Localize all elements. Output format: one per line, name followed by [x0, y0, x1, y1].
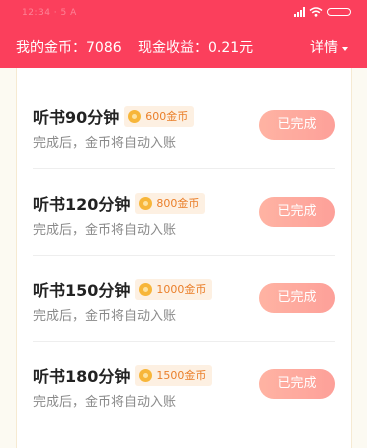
details-dropdown[interactable]: 详情 — [310, 37, 348, 59]
task-title-text: 听书120分钟 — [33, 195, 131, 214]
coin-icon — [139, 368, 153, 382]
reward-badge: 1000金币 — [135, 278, 213, 300]
reward-badge: 600金币 — [124, 105, 195, 127]
task-title-text: 听书180分钟 — [33, 367, 131, 386]
my-coins-label: 我的金币：7086 — [16, 40, 122, 56]
reward-text: 800金币 — [156, 197, 200, 210]
task-description: 完成后，金币将自动入账 — [33, 309, 177, 324]
task-item: 听书180分钟 1500金币 完成后，金币将自动入账 已完成 — [17, 327, 351, 413]
coins-summary: 我的金币：7086 现金收益：0.21元 详情 — [0, 37, 367, 59]
task-title-text: 听书90分钟 — [33, 108, 120, 127]
completed-button[interactable]: 已完成 — [259, 369, 335, 399]
reward-text: 1000金币 — [156, 283, 207, 296]
reward-text: 600金币 — [145, 110, 189, 123]
status-icons — [294, 7, 351, 17]
task-description: 完成后，金币将自动入账 — [33, 223, 177, 238]
coin-icon — [128, 109, 142, 123]
reward-badge: 800金币 — [135, 192, 206, 214]
completed-button[interactable]: 已完成 — [259, 283, 335, 313]
status-bar: 12:34 · 5 A — [0, 0, 367, 24]
coin-icon — [139, 196, 153, 210]
signal-icon — [294, 7, 305, 17]
status-time: 12:34 · 5 A — [22, 8, 77, 18]
task-title: 听书120分钟 800金币 — [33, 191, 206, 215]
reward-text: 1500金币 — [156, 369, 207, 382]
coin-icon — [139, 282, 153, 296]
cash-earnings-label: 现金收益：0.21元 — [138, 40, 254, 56]
task-title-text: 听书150分钟 — [33, 281, 131, 300]
reward-badge: 1500金币 — [135, 364, 213, 386]
task-description: 完成后，金币将自动入账 — [33, 136, 177, 151]
task-description: 完成后，金币将自动入账 — [33, 395, 177, 410]
task-item: 听书90分钟 600金币 完成后，金币将自动入账 已完成 — [17, 68, 351, 154]
battery-icon — [327, 8, 351, 16]
task-item: 听书120分钟 800金币 完成后，金币将自动入账 已完成 — [17, 155, 351, 241]
caret-down-icon — [342, 47, 348, 51]
header-bar: 12:34 · 5 A 我的金币：7086 现金收益：0.21元 详情 — [0, 0, 367, 68]
wifi-icon — [309, 7, 323, 17]
task-title: 听书90分钟 600金币 — [33, 104, 195, 128]
task-list: 听书90分钟 600金币 完成后，金币将自动入账 已完成 听书120分钟 800… — [16, 68, 352, 448]
task-title: 听书180分钟 1500金币 — [33, 363, 213, 387]
completed-button[interactable]: 已完成 — [259, 110, 335, 140]
task-item: 听书150分钟 1000金币 完成后，金币将自动入账 已完成 — [17, 241, 351, 327]
details-label: 详情 — [310, 40, 338, 56]
task-title: 听书150分钟 1000金币 — [33, 277, 213, 301]
completed-button[interactable]: 已完成 — [259, 197, 335, 227]
